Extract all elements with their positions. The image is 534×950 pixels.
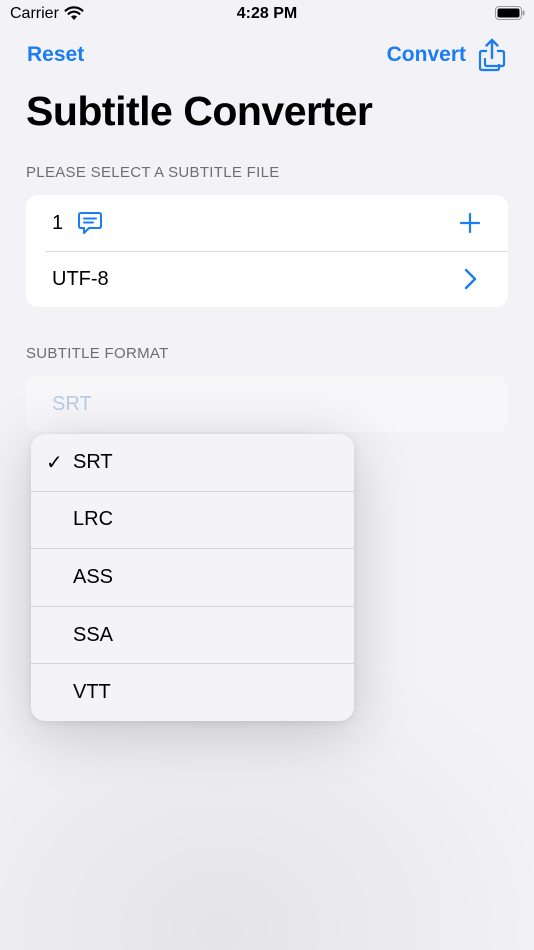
share-icon[interactable] [478, 38, 506, 72]
convert-label: Convert [386, 43, 466, 66]
file-section-header: PLEASE SELECT A SUBTITLE FILE [26, 164, 280, 181]
status-time: 4:28 PM [236, 5, 298, 22]
file-count: 1 [52, 211, 64, 234]
plus-icon[interactable] [458, 211, 482, 235]
battery-icon [495, 6, 525, 20]
menu-item-label: SSA [73, 623, 114, 646]
chevron-right-icon [464, 268, 477, 290]
menu-item-ssa[interactable]: SSA [31, 605, 354, 664]
encoding-row[interactable]: UTF-8 [26, 251, 508, 307]
encoding-label: UTF-8 [52, 267, 109, 290]
status-bar: Carrier 4:28 PM [0, 0, 534, 30]
menu-item-srt[interactable]: ✓ SRT [31, 434, 354, 491]
page-title: Subtitle Converter [26, 88, 373, 134]
file-card: 1 UTF-8 [26, 195, 508, 307]
format-menu: ✓ SRT LRC ASS SSA VTT [31, 434, 354, 721]
message-icon [78, 212, 103, 234]
menu-item-ass[interactable]: ASS [31, 548, 354, 606]
menu-item-label: LRC [73, 508, 114, 531]
checkmark-icon: ✓ [46, 451, 63, 474]
menu-item-label: SRT [73, 450, 113, 473]
reset-button[interactable]: Reset [27, 43, 84, 67]
format-select[interactable]: SRT [26, 376, 508, 432]
convert-button[interactable]: Convert [387, 38, 506, 72]
format-section-header: SUBTITLE FORMAT [26, 345, 169, 362]
menu-item-vtt[interactable]: VTT [31, 663, 354, 721]
menu-item-lrc[interactable]: LRC [31, 490, 354, 549]
menu-item-label: VTT [73, 681, 111, 704]
menu-item-label: ASS [73, 565, 114, 588]
file-row[interactable]: 1 [26, 195, 508, 251]
